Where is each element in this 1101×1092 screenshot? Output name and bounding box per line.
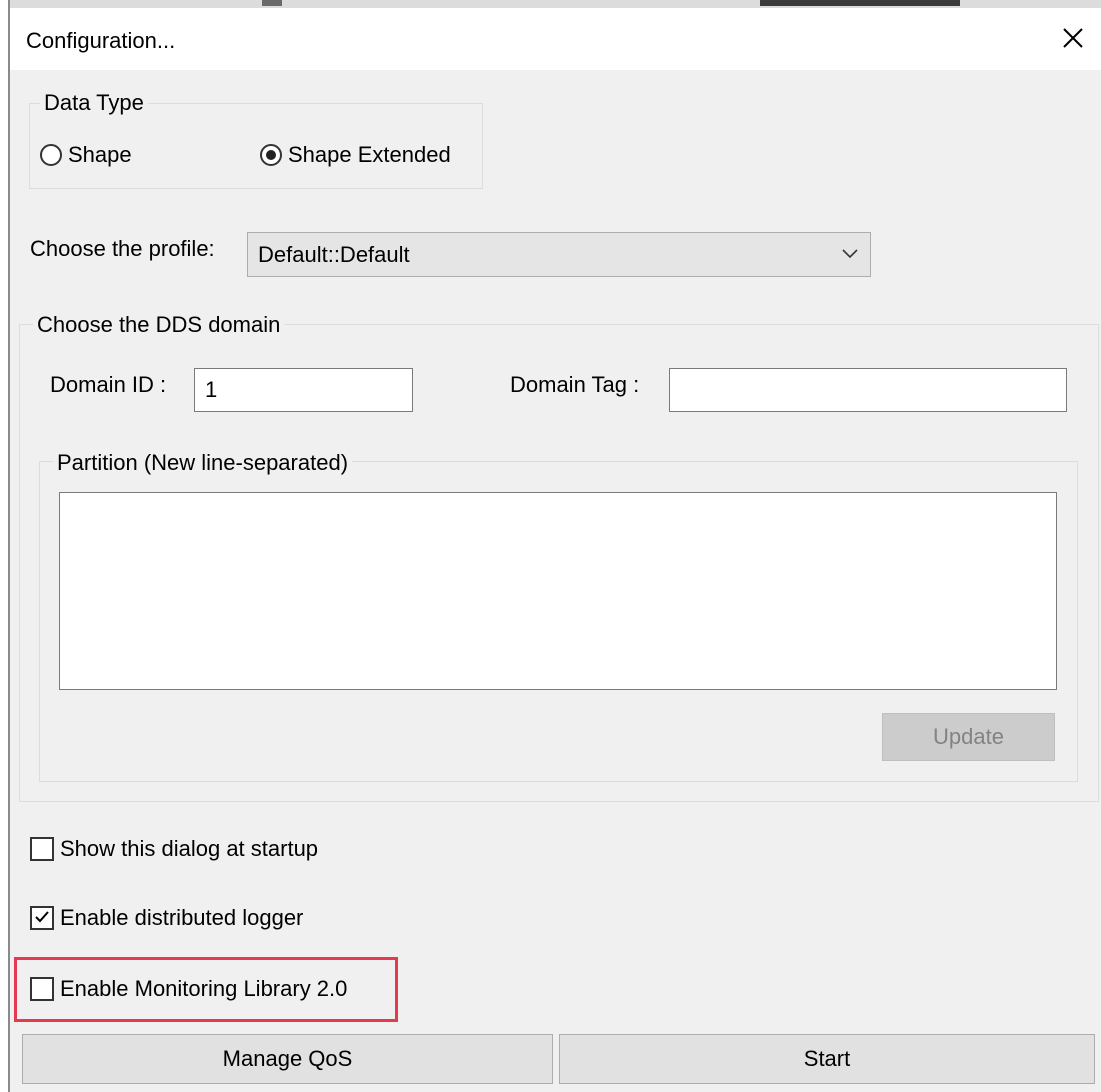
show-dialog-at-startup-label: Show this dialog at startup	[60, 836, 319, 861]
window-title: Configuration...	[26, 28, 176, 53]
domain-tag-label: Domain Tag :	[510, 372, 640, 397]
enable-monitoring-library-label: Enable Monitoring Library 2.0	[60, 976, 348, 1001]
checkmark-icon	[35, 911, 49, 923]
show-dialog-at-startup-checkbox[interactable]: Show this dialog at startup	[30, 836, 318, 862]
enable-monitoring-library-checkbox[interactable]: Enable Monitoring Library 2.0	[30, 976, 347, 1002]
profile-dropdown[interactable]: Default::Default	[247, 232, 871, 277]
enable-distributed-logger-checkbox[interactable]: Enable distributed logger	[30, 905, 303, 931]
start-button[interactable]: Start	[559, 1034, 1095, 1084]
checkbox-indicator	[30, 977, 54, 1001]
dialog-body: Data Type Shape Shape Extended Choose th…	[10, 70, 1101, 1092]
profile-selected-value: Default::Default	[258, 241, 410, 267]
checkbox-indicator	[30, 837, 54, 861]
title-bar: Configuration...	[10, 8, 1101, 70]
manage-qos-button[interactable]: Manage QoS	[22, 1034, 553, 1084]
window-top-edge	[0, 0, 1101, 8]
domain-id-label: Domain ID :	[50, 372, 167, 397]
radio-shape-extended[interactable]: Shape Extended	[260, 142, 451, 168]
enable-distributed-logger-label: Enable distributed logger	[60, 905, 304, 930]
window-left-edge	[0, 0, 10, 1092]
radio-shape[interactable]: Shape	[40, 142, 132, 168]
data-type-legend: Data Type	[40, 90, 148, 116]
background-fragment	[262, 0, 282, 6]
partition-textarea[interactable]	[59, 492, 1057, 690]
domain-id-input[interactable]: 1	[194, 368, 413, 412]
radio-indicator-selected	[260, 144, 282, 166]
radio-shape-extended-label: Shape Extended	[288, 142, 451, 167]
dds-domain-legend: Choose the DDS domain	[33, 312, 285, 338]
chevron-down-icon	[842, 249, 858, 259]
checkbox-indicator-checked	[30, 906, 54, 930]
partition-legend: Partition (New line-separated)	[53, 450, 353, 476]
background-fragment	[760, 0, 960, 6]
profile-label: Choose the profile:	[30, 236, 215, 261]
radio-indicator	[40, 144, 62, 166]
radio-shape-label: Shape	[68, 142, 132, 167]
domain-tag-input[interactable]	[669, 368, 1067, 412]
update-button[interactable]: Update	[882, 713, 1055, 761]
close-icon[interactable]	[1055, 20, 1091, 56]
